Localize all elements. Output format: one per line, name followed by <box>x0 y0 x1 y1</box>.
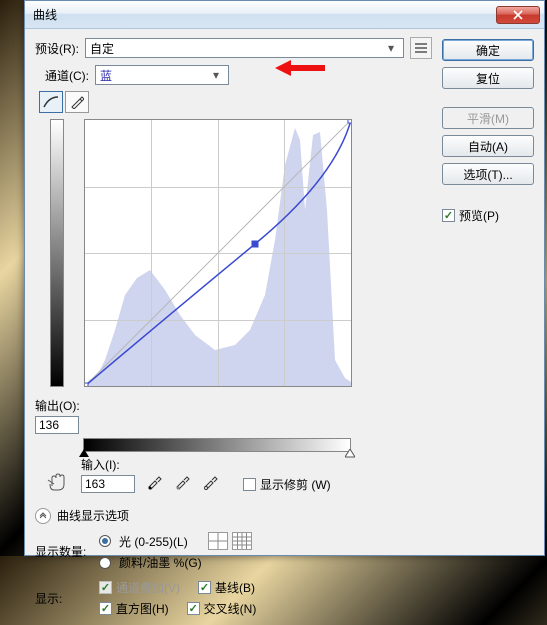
auto-button[interactable]: 自动(A) <box>442 135 534 157</box>
curve-icon <box>43 95 59 109</box>
curve-line <box>85 120 351 386</box>
ok-button[interactable]: 确定 <box>442 39 534 61</box>
smooth-button: 平滑(M) <box>442 107 534 129</box>
eyedropper-icon <box>202 474 218 490</box>
white-eyedropper[interactable] <box>199 471 221 493</box>
output-input[interactable] <box>35 416 79 434</box>
show-label: 显示: <box>35 590 99 607</box>
overlay-label: 通道叠加(V) <box>116 579 180 596</box>
overlay-checkbox <box>99 581 112 594</box>
channel-value: 蓝 <box>100 67 112 84</box>
baseline-label: 基线(B) <box>215 579 255 596</box>
window-title: 曲线 <box>29 6 496 23</box>
input-input[interactable] <box>81 475 135 493</box>
grid-icon <box>209 533 227 549</box>
pencil-icon <box>70 95 84 109</box>
point-tool-button[interactable] <box>39 91 63 113</box>
input-label: 输入(I): <box>81 456 135 473</box>
channel-label: 通道(C): <box>45 67 89 84</box>
amount-label: 显示数量: <box>35 543 99 560</box>
preset-select[interactable]: 自定 ▾ <box>85 38 404 58</box>
collapse-button[interactable] <box>35 508 51 524</box>
reset-button[interactable]: 复位 <box>442 67 534 89</box>
output-gradient <box>50 119 64 387</box>
chevron-up-icon <box>39 512 47 520</box>
input-gradient <box>83 438 351 452</box>
gray-eyedropper[interactable] <box>171 471 193 493</box>
grid-icon <box>233 533 251 549</box>
light-label: 光 (0-255)(L) <box>119 533 188 550</box>
baseline-checkbox[interactable] <box>198 581 211 594</box>
eyedroppers <box>143 471 221 493</box>
channel-select[interactable]: 蓝 ▾ <box>95 65 229 85</box>
options-button[interactable]: 选项(T)... <box>442 163 534 185</box>
eyedropper-icon <box>174 474 190 490</box>
chevron-down-icon: ▾ <box>208 67 224 83</box>
chevron-down-icon: ▾ <box>383 40 399 56</box>
output-label: 输出(O): <box>35 397 80 414</box>
preset-menu-button[interactable] <box>410 37 432 59</box>
red-arrow-annotation <box>275 59 325 77</box>
show-clip-label: 显示修剪 (W) <box>260 476 331 493</box>
white-point-marker[interactable] <box>345 449 355 459</box>
preview-checkbox[interactable] <box>442 209 455 222</box>
light-radio[interactable] <box>99 535 111 547</box>
pencil-tool-button[interactable] <box>65 91 89 113</box>
preset-label: 预设(R): <box>35 40 79 57</box>
menu-icon <box>414 42 428 54</box>
histogram-checkbox[interactable] <box>99 602 112 615</box>
pigment-radio[interactable] <box>99 557 111 569</box>
show-clip-checkbox[interactable] <box>243 478 256 491</box>
preset-value: 自定 <box>90 40 114 57</box>
curves-dialog: 曲线 预设(R): 自定 ▾ 通道(C): 蓝 <box>24 0 545 556</box>
histogram-label: 直方图(H) <box>116 600 169 617</box>
grid-coarse-button[interactable] <box>208 532 228 550</box>
preview-label: 预览(P) <box>459 207 499 224</box>
hand-tool-button[interactable] <box>43 471 73 493</box>
titlebar[interactable]: 曲线 <box>25 1 544 29</box>
grid-fine-button[interactable] <box>232 532 252 550</box>
black-point-marker[interactable] <box>79 449 89 459</box>
curve-tools <box>39 91 89 113</box>
curve-graph[interactable] <box>84 119 352 387</box>
black-eyedropper[interactable] <box>143 471 165 493</box>
display-options-label: 曲线显示选项 <box>57 507 129 524</box>
eyedropper-icon <box>146 474 162 490</box>
intersection-checkbox[interactable] <box>187 602 200 615</box>
intersection-label: 交叉线(N) <box>204 600 257 617</box>
hand-icon <box>46 472 70 492</box>
pigment-label: 颜料/油墨 %(G) <box>119 554 202 571</box>
close-button[interactable] <box>496 6 540 24</box>
